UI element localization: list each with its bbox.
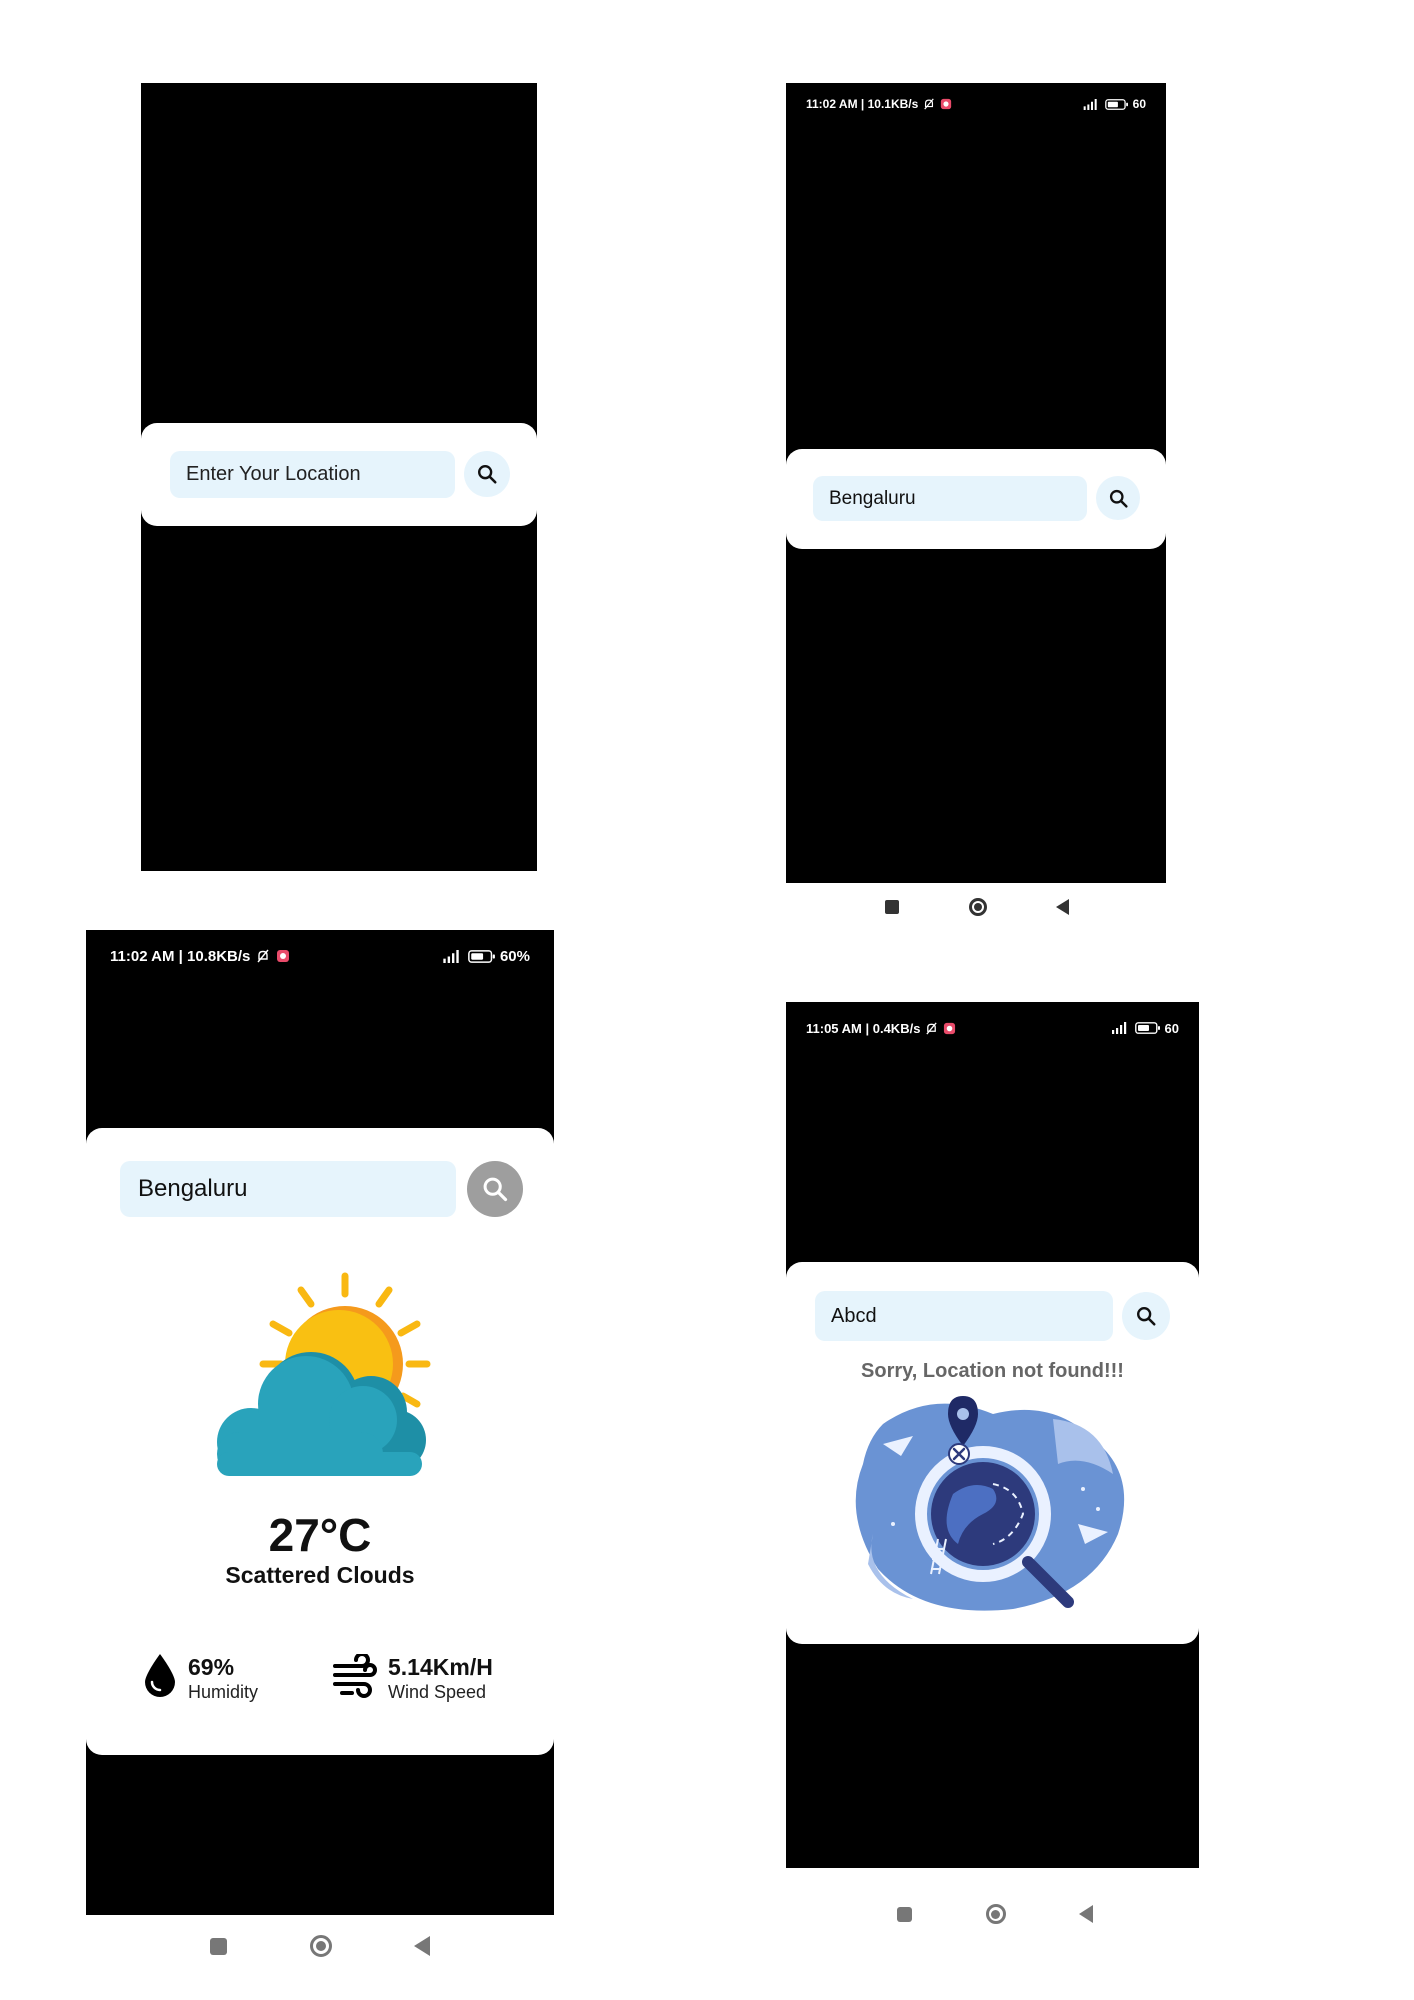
weather-card: 27°C Scattered Clouds 69% Humidity 5.14K…: [86, 1128, 554, 1755]
nav-bar: [210, 1934, 430, 1958]
search-button[interactable]: [467, 1161, 523, 1217]
back-nav-icon[interactable]: [414, 1936, 430, 1956]
nav-bar: [885, 897, 1069, 917]
status-time: 11:02 AM | 10.1KB/s: [806, 97, 919, 111]
humidity-label: Humidity: [188, 1682, 259, 1702]
error-card: Sorry, Location not found!!!: [786, 1262, 1199, 1644]
back-nav-icon[interactable]: [1056, 899, 1069, 915]
search-icon: [481, 1175, 509, 1203]
back-nav-icon[interactable]: [1079, 1905, 1093, 1923]
nav-bar: [897, 1904, 1093, 1924]
screen-4-phone: 11:05 AM | 0.4KB/s 60 Sorry, Location no…: [786, 1002, 1199, 1868]
signal-icon: [1109, 1022, 1131, 1034]
mute-icon: [923, 98, 935, 110]
search-button[interactable]: [1096, 476, 1140, 520]
search-icon: [1108, 488, 1129, 509]
humidity-value: 69%: [188, 1654, 235, 1680]
mute-icon: [925, 1022, 938, 1035]
app-notification-icon: [276, 949, 290, 963]
temperature: 27°C: [268, 1509, 372, 1561]
home-nav-icon[interactable]: [309, 1935, 332, 1957]
status-time: 11:02 AM | 10.8KB/s: [110, 947, 251, 965]
status-bar: 11:05 AM | 0.4KB/s 60: [786, 1017, 1199, 1039]
search-button[interactable]: [1122, 1292, 1170, 1340]
search-button[interactable]: [464, 451, 510, 497]
error-message: Sorry, Location not found!!!: [861, 1360, 1124, 1382]
sun-cloud-icon: [217, 1272, 431, 1476]
stop-nav-icon[interactable]: [210, 1937, 227, 1955]
search-card: [786, 449, 1166, 549]
search-input[interactable]: [170, 451, 455, 498]
battery-level: 60%: [499, 947, 530, 965]
wind-speed-value: 5.14Km/H: [388, 1654, 493, 1680]
app-notification-icon: [940, 98, 952, 110]
droplet-icon: [145, 1654, 175, 1697]
mute-icon: [256, 949, 270, 963]
screen-1-phone: [141, 83, 537, 871]
stop-nav-icon[interactable]: [897, 1906, 912, 1922]
screen-3-phone: 11:02 AM | 10.8KB/s 60% Bengaluru 27°C S…: [86, 930, 554, 1915]
home-nav-icon[interactable]: [985, 1904, 1006, 1924]
signal-icon: [440, 950, 464, 963]
location-not-found-illustration: [855, 1396, 1125, 1611]
screen-2-phone: 11:02 AM | 10.1KB/s 60: [786, 83, 1166, 883]
app-notification-icon: [943, 1022, 956, 1035]
wind-speed-label: Wind Speed: [388, 1682, 487, 1702]
status-bar: 11:02 AM | 10.8KB/s 60%: [86, 944, 554, 968]
search-input[interactable]: [813, 476, 1087, 521]
battery-icon: [1105, 99, 1129, 110]
search-icon: [1135, 1305, 1157, 1327]
stop-nav-icon[interactable]: [885, 900, 899, 914]
wind-icon: [333, 1654, 377, 1698]
signal-icon: [1081, 99, 1101, 110]
home-nav-icon[interactable]: [968, 898, 987, 916]
battery-level: 60: [1132, 97, 1146, 111]
search-card: [141, 423, 537, 526]
status-time: 11:05 AM | 0.4KB/s: [806, 1020, 921, 1036]
status-bar: 11:02 AM | 10.1KB/s 60: [786, 93, 1166, 115]
battery-icon: [1135, 1022, 1161, 1034]
search-icon: [476, 463, 498, 485]
battery-level: 60: [1164, 1020, 1179, 1036]
battery-icon: [468, 950, 496, 963]
search-input[interactable]: [120, 1161, 456, 1217]
weather-description: Scattered Clouds: [225, 1562, 415, 1588]
search-input[interactable]: [815, 1291, 1113, 1341]
